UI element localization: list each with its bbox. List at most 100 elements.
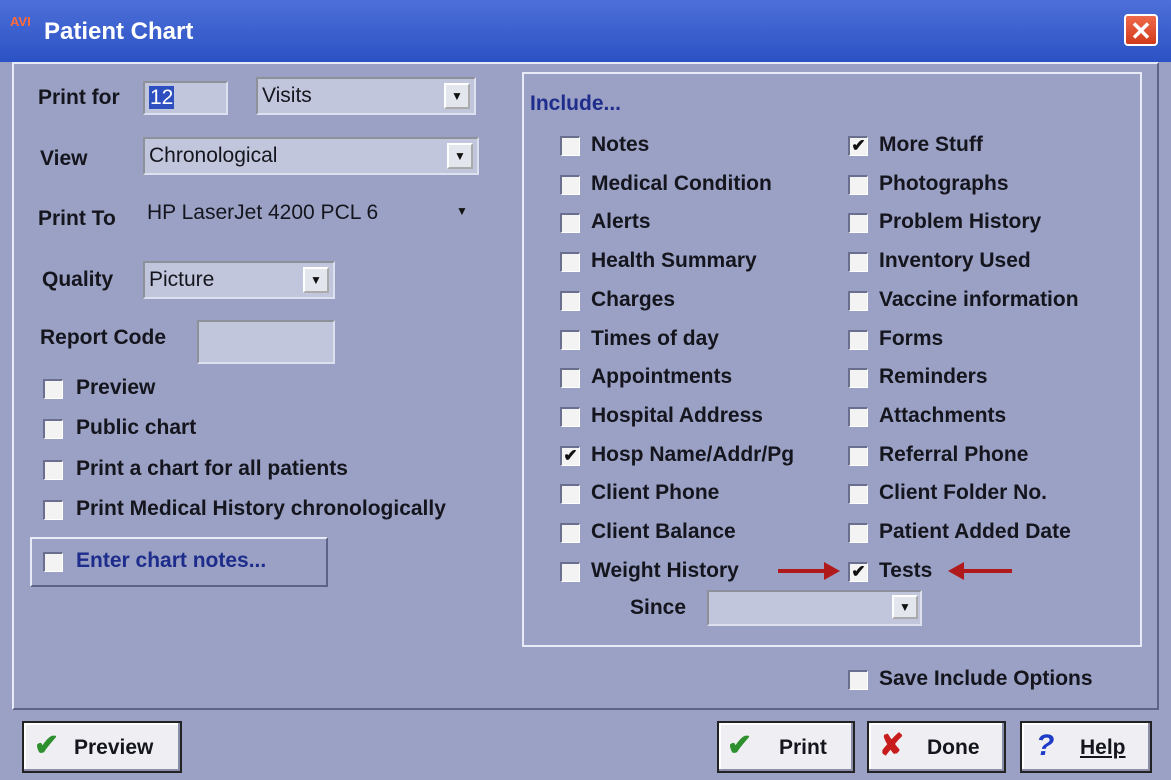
help-button[interactable]: ? Help (1020, 721, 1152, 773)
include-vaccine-information-checkbox[interactable] (848, 291, 868, 311)
preview-option-label: Preview (76, 376, 156, 399)
include-hosp-name-addr-pg-label: Hosp Name/Addr/Pg (591, 443, 795, 466)
preview-button-label: Preview (74, 736, 154, 759)
checkmark-icon: ✔ (851, 562, 866, 581)
print-to-dropdown-icon[interactable]: ▼ (449, 200, 475, 226)
check-icon: ✔ (34, 729, 60, 762)
report-code-input[interactable] (197, 320, 335, 364)
include-inventory-used-checkbox[interactable] (848, 252, 868, 272)
annotation-arrow-left-icon (948, 562, 1012, 580)
print-for-unit-select[interactable]: Visits (256, 77, 476, 115)
include-client-folder-no-label: Client Folder No. (879, 481, 1047, 504)
include-forms-label: Forms (879, 327, 944, 350)
patient-chart-window: AVI Patient Chart ✕ Print for 12 Visits … (0, 0, 1171, 780)
include-client-balance-label: Client Balance (591, 520, 736, 543)
title-bar: AVI Patient Chart ✕ (0, 0, 1171, 62)
include-charges-checkbox[interactable] (560, 291, 580, 311)
quality-dropdown-icon[interactable]: ▼ (303, 267, 329, 293)
print-button[interactable]: ✔ Print (717, 721, 855, 773)
chart-notes-checkbox[interactable] (43, 552, 63, 572)
include-appointments-checkbox[interactable] (560, 368, 580, 388)
done-button[interactable]: ✘ Done (867, 721, 1006, 773)
all-patients-checkbox[interactable] (43, 460, 63, 480)
print-for-unit-dropdown-icon[interactable]: ▼ (444, 83, 470, 109)
include-client-balance-checkbox[interactable] (560, 523, 580, 543)
include-hospital-address-checkbox[interactable] (560, 407, 580, 427)
include-reminders-checkbox[interactable] (848, 368, 868, 388)
check-icon: ✔ (727, 729, 753, 762)
include-more-stuff-label: More Stuff (879, 133, 983, 156)
view-dropdown-icon[interactable]: ▼ (447, 143, 473, 169)
help-button-label: Help (1080, 736, 1126, 759)
quality-label: Quality (42, 268, 114, 291)
include-attachments-checkbox[interactable] (848, 407, 868, 427)
since-select[interactable] (707, 590, 922, 626)
preview-checkbox[interactable] (43, 379, 63, 399)
include-client-folder-no-checkbox[interactable] (848, 484, 868, 504)
include-forms-checkbox[interactable] (848, 330, 868, 350)
include-alerts-checkbox[interactable] (560, 213, 580, 233)
include-referral-phone-checkbox[interactable] (848, 446, 868, 466)
medical-history-chrono-label: Print Medical History chronologically (76, 497, 446, 520)
include-health-summary-checkbox[interactable] (560, 252, 580, 272)
include-client-phone-label: Client Phone (591, 481, 720, 504)
question-mark-icon: ? (1036, 729, 1055, 762)
include-more-stuff-checkbox[interactable]: ✔ (848, 136, 868, 156)
include-medical-condition-checkbox[interactable] (560, 175, 580, 195)
print-for-count-value: 12 (149, 86, 175, 109)
include-client-phone-checkbox[interactable] (560, 484, 580, 504)
annotation-arrow-right-icon (778, 562, 840, 580)
preview-button[interactable]: ✔ Preview (22, 721, 182, 773)
done-button-label: Done (927, 736, 980, 759)
include-notes-label: Notes (591, 133, 650, 156)
save-include-options-label: Save Include Options (879, 667, 1093, 690)
include-problem-history-label: Problem History (879, 210, 1042, 233)
include-weight-history-checkbox[interactable] (560, 562, 580, 582)
save-include-options-checkbox[interactable] (848, 670, 868, 690)
print-for-label: Print for (38, 86, 120, 109)
include-notes-checkbox[interactable] (560, 136, 580, 156)
close-button[interactable]: ✕ (1124, 14, 1158, 46)
view-label: View (40, 147, 88, 170)
x-icon: ✘ (879, 729, 905, 762)
include-times-of-day-checkbox[interactable] (560, 330, 580, 350)
medical-history-chrono-checkbox[interactable] (43, 500, 63, 520)
include-photographs-label: Photographs (879, 172, 1009, 195)
report-code-label: Report Code (40, 326, 166, 349)
enter-chart-notes-link[interactable]: Enter chart notes... (76, 549, 266, 573)
include-heading: Include... (530, 92, 622, 115)
include-patient-added-date-label: Patient Added Date (879, 520, 1071, 543)
include-photographs-checkbox[interactable] (848, 175, 868, 195)
window-title: Patient Chart (44, 18, 194, 45)
view-value: Chronological (149, 144, 278, 167)
public-chart-label: Public chart (76, 416, 197, 439)
print-for-count-input[interactable]: 12 (143, 81, 228, 115)
include-inventory-used-label: Inventory Used (879, 249, 1031, 272)
include-health-summary-label: Health Summary (591, 249, 757, 272)
include-hosp-name-addr-pg-checkbox[interactable]: ✔ (560, 446, 580, 466)
include-vaccine-information-label: Vaccine information (879, 288, 1079, 311)
include-charges-label: Charges (591, 288, 676, 311)
include-tests-checkbox[interactable]: ✔ (848, 562, 868, 582)
include-problem-history-checkbox[interactable] (848, 213, 868, 233)
print-to-select[interactable]: HP LaserJet 4200 PCL 6 (143, 196, 479, 234)
view-select[interactable]: Chronological (143, 137, 479, 175)
include-reminders-label: Reminders (879, 365, 988, 388)
all-patients-label: Print a chart for all patients (76, 457, 348, 480)
print-for-unit-value: Visits (262, 84, 312, 107)
include-tests-label: Tests (879, 559, 933, 582)
print-to-value: HP LaserJet 4200 PCL 6 (147, 201, 379, 224)
include-attachments-label: Attachments (879, 404, 1007, 427)
checkmark-icon: ✔ (851, 136, 866, 155)
include-alerts-label: Alerts (591, 210, 651, 233)
include-appointments-label: Appointments (591, 365, 733, 388)
quality-value: Picture (149, 268, 215, 291)
public-chart-checkbox[interactable] (43, 419, 63, 439)
include-times-of-day-label: Times of day (591, 327, 719, 350)
since-label: Since (630, 596, 687, 619)
since-dropdown-icon[interactable]: ▼ (892, 595, 918, 619)
include-weight-history-label: Weight History (591, 559, 739, 582)
include-patient-added-date-checkbox[interactable] (848, 523, 868, 543)
checkmark-icon: ✔ (563, 446, 578, 465)
print-to-label: Print To (38, 207, 116, 230)
